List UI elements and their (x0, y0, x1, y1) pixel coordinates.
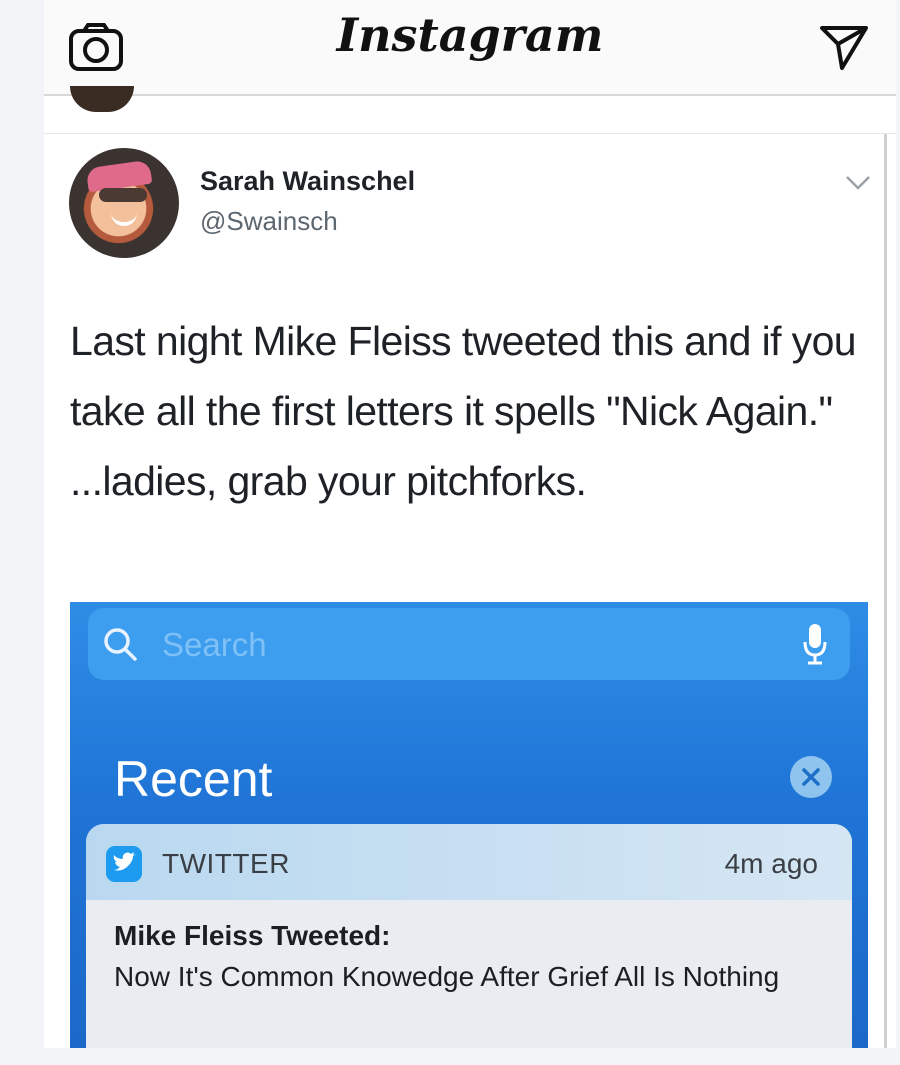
app-logo-title: Instagram (336, 8, 604, 62)
search-bar[interactable]: Search (88, 608, 850, 680)
search-placeholder: Search (162, 626, 267, 663)
clear-icon (802, 768, 820, 786)
clear-button[interactable] (790, 756, 832, 798)
search-icon (104, 628, 137, 661)
mic-icon[interactable] (802, 622, 828, 666)
embedded-ios-screenshot: Search Recent TWITTER 4m ago Mike Fleiss… (70, 602, 868, 1048)
section-title: Recent (114, 751, 273, 807)
notification-card[interactable]: TWITTER 4m ago Mike Fleiss Tweeted: Now … (86, 824, 852, 1048)
tweet-card: Sarah Wainschel @Swainsch Last night Mik… (44, 134, 887, 1048)
notification-app-name: TWITTER (162, 848, 290, 879)
story-avatar-peek[interactable] (70, 86, 134, 112)
user-name[interactable]: Sarah Wainschel (200, 166, 415, 197)
avatar[interactable] (69, 148, 179, 258)
chevron-down-icon[interactable] (844, 174, 872, 192)
instagram-screen: Instagram Sarah Wainschel @Swainsch Last… (44, 0, 896, 1048)
notification-title: Mike Fleiss Tweeted: (114, 920, 391, 951)
twitter-icon (106, 846, 142, 882)
tweet-text: Last night Mike Fleiss tweeted this and … (70, 318, 857, 504)
notification-time: 4m ago (724, 848, 818, 879)
notification-header: TWITTER 4m ago (86, 824, 852, 900)
instagram-header: Instagram (44, 0, 896, 96)
notification-body: Now It's Common Knowedge After Grief All… (114, 961, 780, 992)
send-icon[interactable] (818, 22, 870, 72)
user-handle[interactable]: @Swainsch (200, 206, 338, 237)
